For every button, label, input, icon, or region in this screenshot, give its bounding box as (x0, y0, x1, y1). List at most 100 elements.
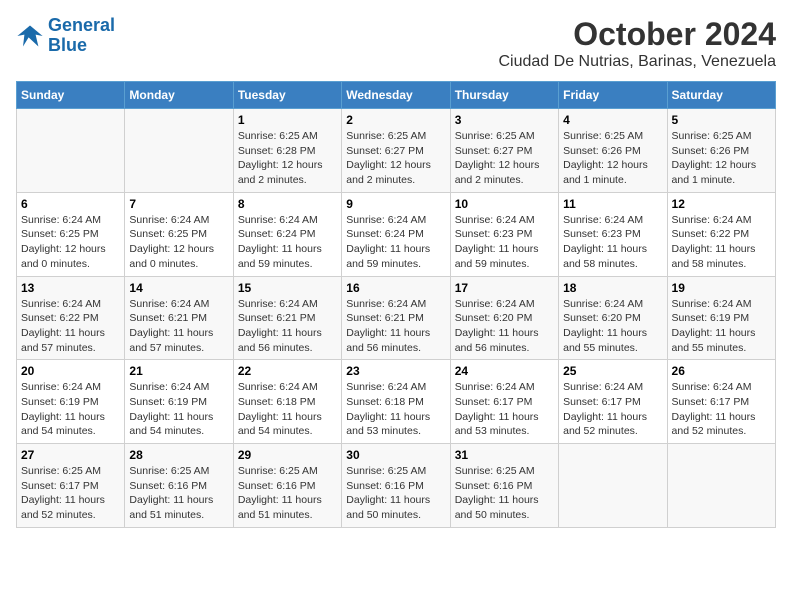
day-number: 22 (238, 364, 337, 378)
day-number: 7 (129, 197, 228, 211)
day-number: 10 (455, 197, 554, 211)
day-details: Sunrise: 6:24 AM Sunset: 6:17 PM Dayligh… (672, 380, 771, 439)
day-details: Sunrise: 6:24 AM Sunset: 6:20 PM Dayligh… (563, 297, 662, 356)
day-details: Sunrise: 6:24 AM Sunset: 6:25 PM Dayligh… (21, 213, 120, 272)
header-sunday: Sunday (17, 82, 125, 109)
location-title: Ciudad De Nutrias, Barinas, Venezuela (499, 53, 777, 71)
day-details: Sunrise: 6:24 AM Sunset: 6:20 PM Dayligh… (455, 297, 554, 356)
day-details: Sunrise: 6:24 AM Sunset: 6:17 PM Dayligh… (563, 380, 662, 439)
day-number: 24 (455, 364, 554, 378)
day-details: Sunrise: 6:25 AM Sunset: 6:27 PM Dayligh… (346, 129, 445, 188)
day-details: Sunrise: 6:25 AM Sunset: 6:26 PM Dayligh… (672, 129, 771, 188)
day-number: 20 (21, 364, 120, 378)
day-details: Sunrise: 6:25 AM Sunset: 6:16 PM Dayligh… (346, 464, 445, 523)
header-monday: Monday (125, 82, 233, 109)
day-number: 17 (455, 281, 554, 295)
calendar-table: SundayMondayTuesdayWednesdayThursdayFrid… (16, 81, 776, 528)
calendar-cell: 22Sunrise: 6:24 AM Sunset: 6:18 PM Dayli… (233, 360, 341, 444)
day-number: 8 (238, 197, 337, 211)
day-details: Sunrise: 6:24 AM Sunset: 6:24 PM Dayligh… (346, 213, 445, 272)
calendar-cell (667, 444, 775, 528)
day-details: Sunrise: 6:25 AM Sunset: 6:28 PM Dayligh… (238, 129, 337, 188)
page-header: General Blue October 2024 Ciudad De Nutr… (16, 16, 776, 71)
header-friday: Friday (559, 82, 667, 109)
calendar-cell: 1 Sunrise: 6:25 AM Sunset: 6:28 PM Daylig… (233, 109, 341, 193)
calendar-cell: 9Sunrise: 6:24 AM Sunset: 6:24 PM Daylig… (342, 192, 450, 276)
day-number: 25 (563, 364, 662, 378)
week-row-2: 6Sunrise: 6:24 AM Sunset: 6:25 PM Daylig… (17, 192, 776, 276)
week-row-4: 20 Sunrise: 6:24 AM Sunset: 6:19 PM Dayli… (17, 360, 776, 444)
day-number: 3 (455, 113, 554, 127)
calendar-cell: 6Sunrise: 6:24 AM Sunset: 6:25 PM Daylig… (17, 192, 125, 276)
day-details: Sunrise: 6:24 AM Sunset: 6:22 PM Dayligh… (672, 213, 771, 272)
day-details: Sunrise: 6:24 AM Sunset: 6:24 PM Dayligh… (238, 213, 337, 272)
day-details: Sunrise: 6:24 AM Sunset: 6:19 PM Dayligh… (129, 380, 228, 439)
day-number: 19 (672, 281, 771, 295)
day-details: Sunrise: 6:25 AM Sunset: 6:16 PM Dayligh… (238, 464, 337, 523)
calendar-cell: 3Sunrise: 6:25 AM Sunset: 6:27 PM Daylig… (450, 109, 558, 193)
calendar-cell: 21 Sunrise: 6:24 AM Sunset: 6:19 PM Dayli… (125, 360, 233, 444)
day-number: 31 (455, 448, 554, 462)
header-tuesday: Tuesday (233, 82, 341, 109)
header-thursday: Thursday (450, 82, 558, 109)
day-number: 2 (346, 113, 445, 127)
day-number: 30 (346, 448, 445, 462)
logo-icon (16, 22, 44, 50)
day-number: 29 (238, 448, 337, 462)
day-number: 28 (129, 448, 228, 462)
day-number: 5 (672, 113, 771, 127)
day-details: Sunrise: 6:24 AM Sunset: 6:21 PM Dayligh… (238, 297, 337, 356)
calendar-cell: 11 Sunrise: 6:24 AM Sunset: 6:23 PM Dayli… (559, 192, 667, 276)
calendar-cell: 2 Sunrise: 6:25 AM Sunset: 6:27 PM Daylig… (342, 109, 450, 193)
calendar-cell: 15Sunrise: 6:24 AM Sunset: 6:21 PM Dayli… (233, 276, 341, 360)
logo: General Blue (16, 16, 115, 56)
week-row-3: 13Sunrise: 6:24 AM Sunset: 6:22 PM Dayli… (17, 276, 776, 360)
calendar-cell (125, 109, 233, 193)
day-number: 1 (238, 113, 337, 127)
day-number: 27 (21, 448, 120, 462)
calendar-cell: 24 Sunrise: 6:24 AM Sunset: 6:17 PM Dayli… (450, 360, 558, 444)
calendar-cell: 8 Sunrise: 6:24 AM Sunset: 6:24 PM Daylig… (233, 192, 341, 276)
calendar-cell: 29 Sunrise: 6:25 AM Sunset: 6:16 PM Dayli… (233, 444, 341, 528)
calendar-cell: 14 Sunrise: 6:24 AM Sunset: 6:21 PM Dayli… (125, 276, 233, 360)
calendar-cell: 31 Sunrise: 6:25 AM Sunset: 6:16 PM Dayli… (450, 444, 558, 528)
week-row-1: 1 Sunrise: 6:25 AM Sunset: 6:28 PM Daylig… (17, 109, 776, 193)
calendar-cell: 27 Sunrise: 6:25 AM Sunset: 6:17 PM Dayli… (17, 444, 125, 528)
calendar-cell: 17 Sunrise: 6:24 AM Sunset: 6:20 PM Dayli… (450, 276, 558, 360)
day-details: Sunrise: 6:24 AM Sunset: 6:19 PM Dayligh… (672, 297, 771, 356)
calendar-cell: 28 Sunrise: 6:25 AM Sunset: 6:16 PM Dayli… (125, 444, 233, 528)
month-title: October 2024 (499, 16, 777, 53)
calendar-header-row: SundayMondayTuesdayWednesdayThursdayFrid… (17, 82, 776, 109)
day-number: 26 (672, 364, 771, 378)
day-details: Sunrise: 6:24 AM Sunset: 6:23 PM Dayligh… (563, 213, 662, 272)
header-wednesday: Wednesday (342, 82, 450, 109)
day-number: 18 (563, 281, 662, 295)
day-details: Sunrise: 6:24 AM Sunset: 6:21 PM Dayligh… (346, 297, 445, 356)
header-saturday: Saturday (667, 82, 775, 109)
day-details: Sunrise: 6:24 AM Sunset: 6:25 PM Dayligh… (129, 213, 228, 272)
day-details: Sunrise: 6:25 AM Sunset: 6:26 PM Dayligh… (563, 129, 662, 188)
calendar-cell: 4 Sunrise: 6:25 AM Sunset: 6:26 PM Daylig… (559, 109, 667, 193)
day-details: Sunrise: 6:25 AM Sunset: 6:16 PM Dayligh… (455, 464, 554, 523)
day-number: 4 (563, 113, 662, 127)
day-number: 16 (346, 281, 445, 295)
calendar-cell: 19 Sunrise: 6:24 AM Sunset: 6:19 PM Dayli… (667, 276, 775, 360)
title-block: October 2024 Ciudad De Nutrias, Barinas,… (499, 16, 777, 71)
calendar-cell (17, 109, 125, 193)
day-details: Sunrise: 6:24 AM Sunset: 6:17 PM Dayligh… (455, 380, 554, 439)
day-number: 12 (672, 197, 771, 211)
day-details: Sunrise: 6:24 AM Sunset: 6:19 PM Dayligh… (21, 380, 120, 439)
day-number: 11 (563, 197, 662, 211)
logo-text: General Blue (48, 16, 115, 56)
calendar-cell: 7 Sunrise: 6:24 AM Sunset: 6:25 PM Daylig… (125, 192, 233, 276)
day-details: Sunrise: 6:24 AM Sunset: 6:21 PM Dayligh… (129, 297, 228, 356)
calendar-cell: 30 Sunrise: 6:25 AM Sunset: 6:16 PM Dayli… (342, 444, 450, 528)
week-row-5: 27 Sunrise: 6:25 AM Sunset: 6:17 PM Dayli… (17, 444, 776, 528)
day-details: Sunrise: 6:25 AM Sunset: 6:17 PM Dayligh… (21, 464, 120, 523)
day-number: 21 (129, 364, 228, 378)
day-details: Sunrise: 6:24 AM Sunset: 6:22 PM Dayligh… (21, 297, 120, 356)
calendar-cell: 16 Sunrise: 6:24 AM Sunset: 6:21 PM Dayli… (342, 276, 450, 360)
day-number: 14 (129, 281, 228, 295)
day-details: Sunrise: 6:24 AM Sunset: 6:18 PM Dayligh… (346, 380, 445, 439)
day-details: Sunrise: 6:25 AM Sunset: 6:16 PM Dayligh… (129, 464, 228, 523)
